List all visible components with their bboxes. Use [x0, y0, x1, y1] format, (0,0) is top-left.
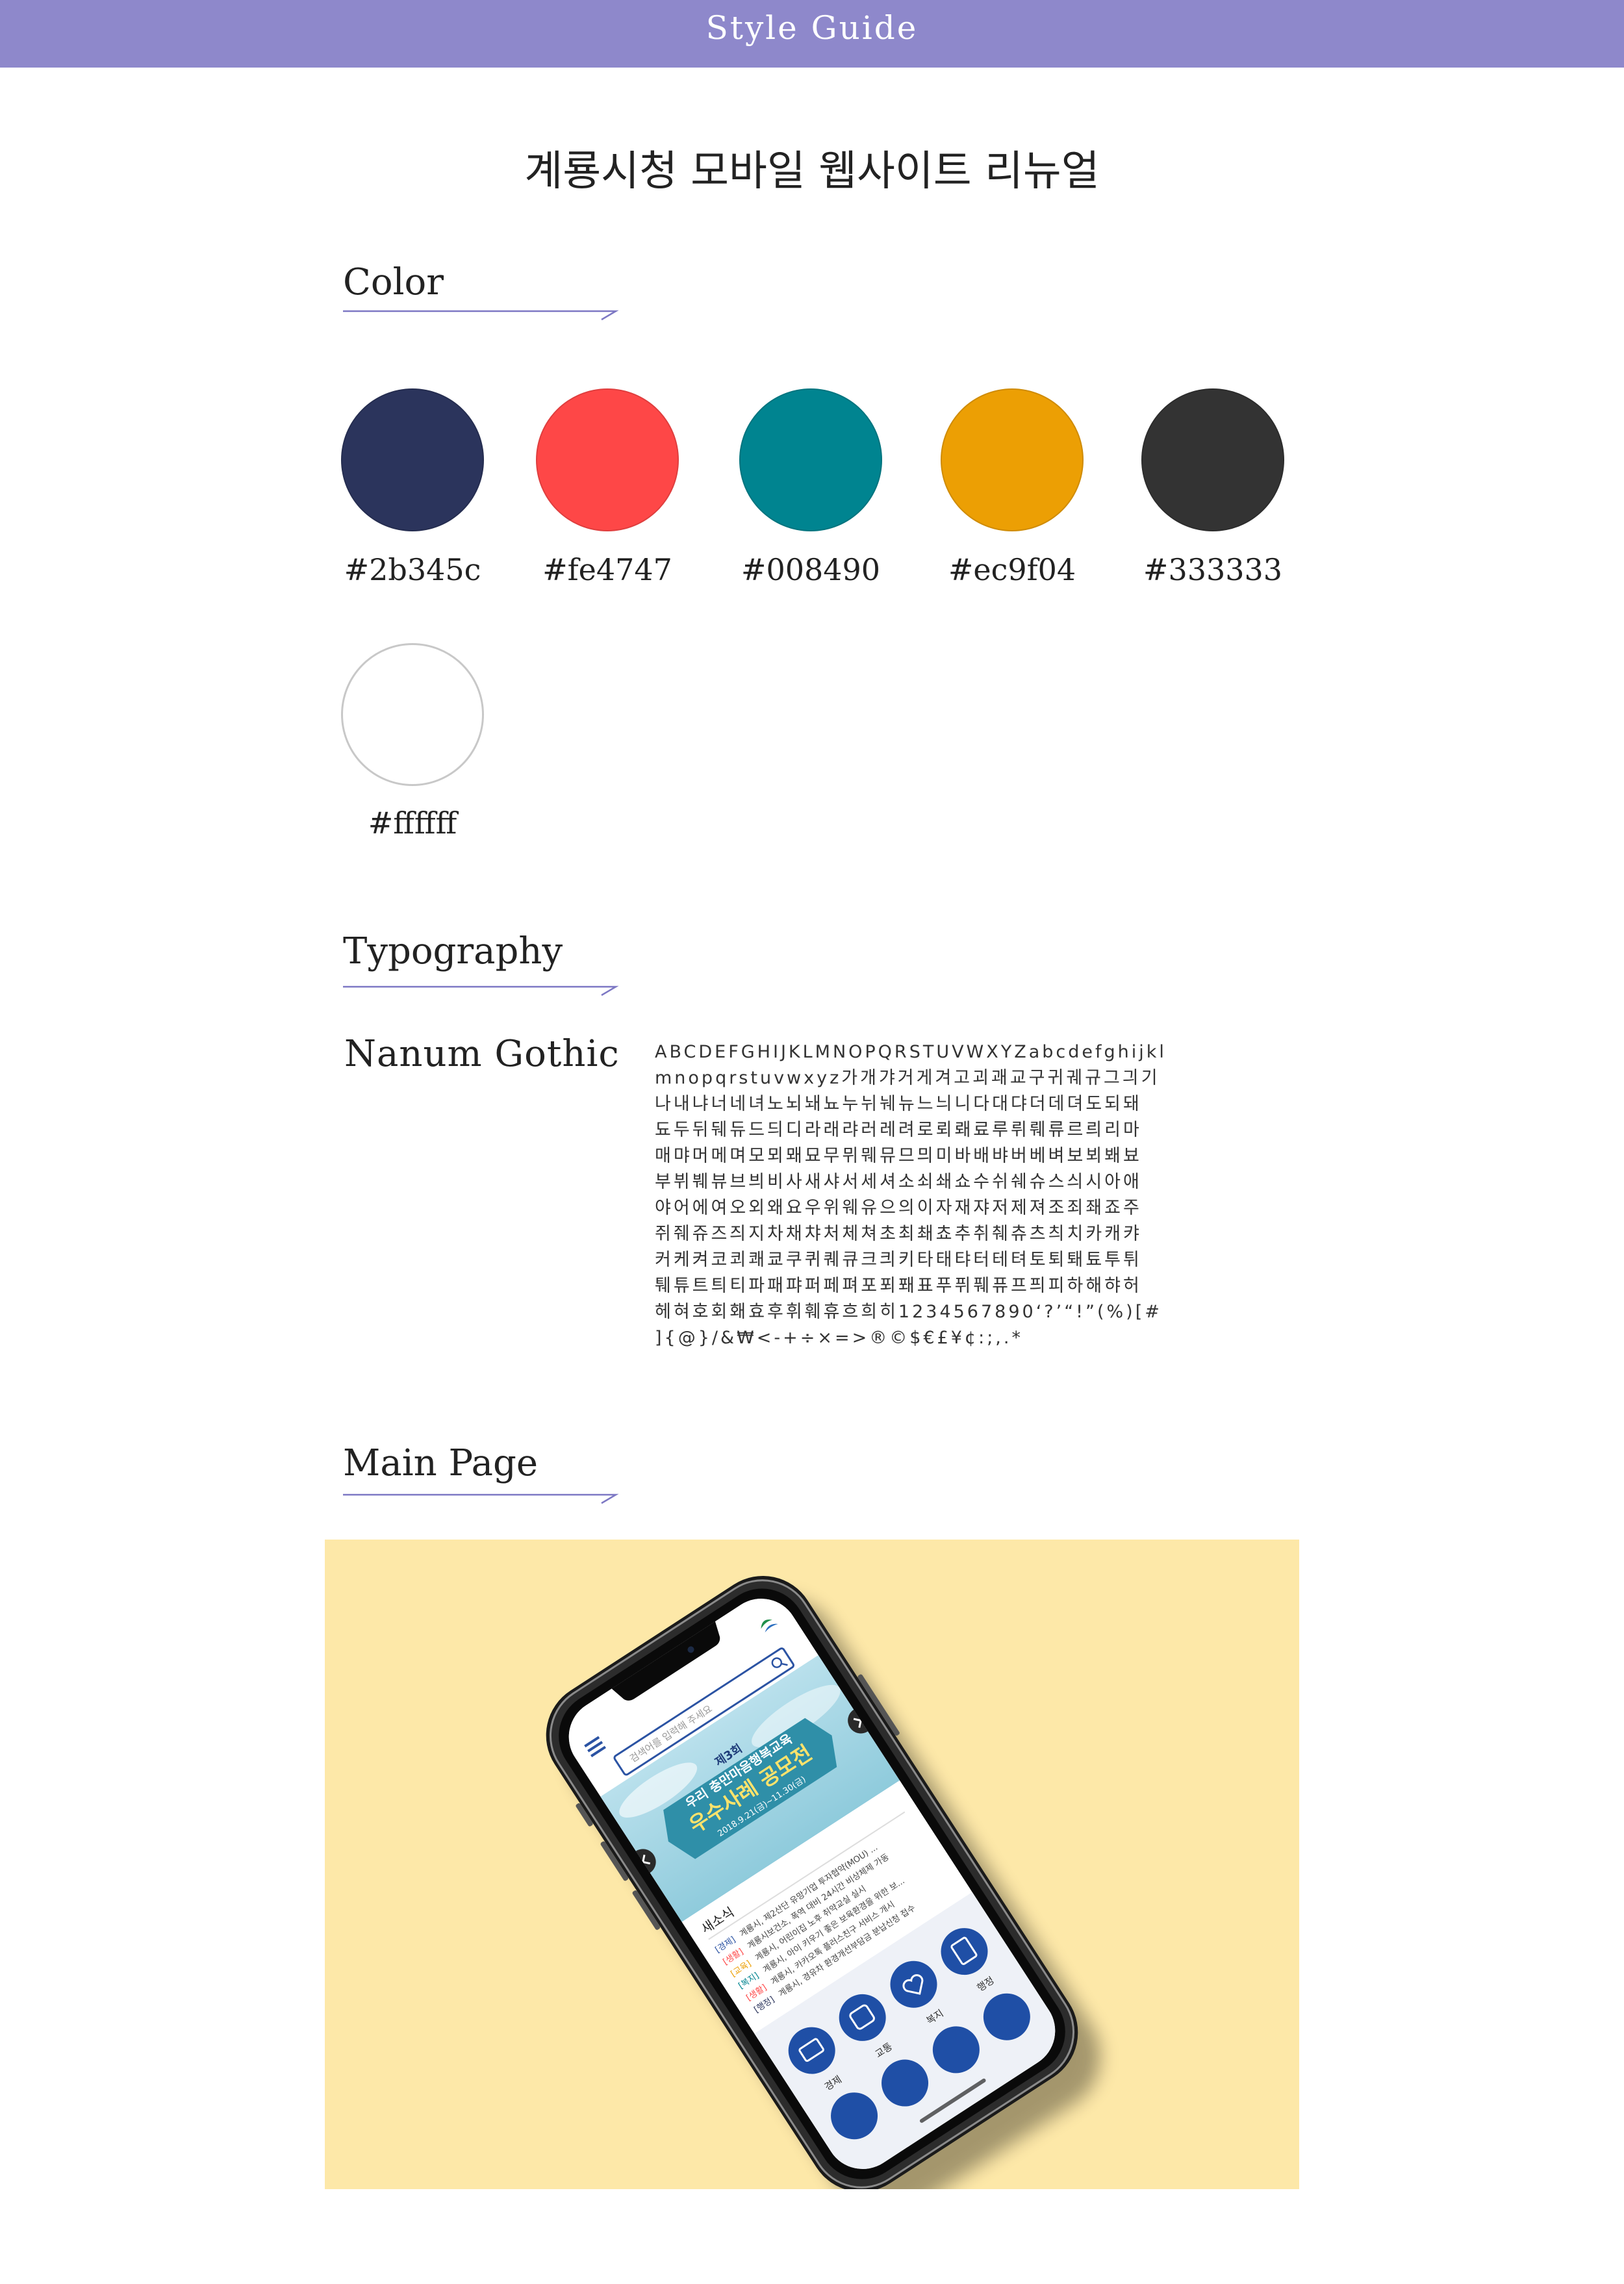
color-swatch — [536, 388, 679, 531]
main-page-mockup: 검색어를 입력해 주세요 제3회 우리 충만마음행복교육 우수사례 공모전 20 — [325, 1540, 1299, 2189]
top-bar: Style Guide — [0, 0, 1624, 68]
specimen-line: ABCDEFGHIJKLMNOPQRSTUVWXYZabcdefghijkl — [655, 1042, 1167, 1062]
section-rule-color — [343, 310, 619, 321]
phone: 검색어를 입력해 주세요 제3회 우리 충만마음행복교육 우수사례 공모전 20 — [546, 1575, 1078, 2189]
specimen-line: 부뷔붸뷰브븨비사새샤서세셔소쇠쇄쇼수쉬쉐슈스싀시아애 — [655, 1172, 1142, 1192]
font-name: Nanum Gothic — [344, 1033, 620, 1075]
section-rule-main-page — [343, 1493, 619, 1504]
specimen-line: 커케켜코쾨쾌쿄쿠퀴퀘큐크킈키타태탸터테텨토퇴퇘툐투튀 — [655, 1250, 1142, 1270]
color-code: #ffffff — [368, 806, 457, 841]
specimen-line: mnopqrstuvwxyz가개갸거게겨고괴괘교구귀궤규그긔기 — [655, 1068, 1160, 1088]
specimen-line: 야어에여오외왜요우위웨유으의이자재쟈저제져조죄좨죠주 — [655, 1198, 1142, 1218]
color-swatch — [941, 388, 1084, 531]
color-code: #ec9f04 — [948, 552, 1076, 587]
specimen-line: ]{@}/&₩<-+÷×=>®©$€£¥¢:;,.* — [655, 1328, 1023, 1348]
section-title-color: Color — [343, 261, 444, 303]
specimen-line: 나내냐너네녀노뇌놰뇨누뉘눼뉴느늬니다대댜더데뎌도되돼 — [655, 1094, 1142, 1114]
specimen-line: 퉤튜트틔티파패퍄퍼페펴포푀퐤표푸퓌풰퓨프픠피하해햐허 — [655, 1276, 1142, 1296]
color-code: #333333 — [1143, 552, 1283, 587]
color-swatch — [739, 388, 882, 531]
section-rule-typography — [343, 985, 619, 996]
color-code: #fe4747 — [542, 552, 672, 587]
color-swatch — [341, 388, 484, 531]
specimen-line: 매먀머메며모뫼뫠묘무뮈뭬뮤므믜미바배뱌버베벼보뵈봬뵤 — [655, 1146, 1142, 1166]
specimen-line: 됴두뒤뒈듀드듸디라래랴러레려로뢰뢔료루뤼뤠류르릐리마 — [655, 1120, 1142, 1140]
color-code: #008490 — [741, 552, 881, 587]
header-title: Style Guide — [705, 9, 919, 47]
section-title-main-page: Main Page — [343, 1442, 539, 1484]
phone-mockup-image: 검색어를 입력해 주세요 제3회 우리 충만마음행복교육 우수사례 공모전 20 — [546, 1575, 1100, 2189]
color-code: #2b345c — [344, 552, 481, 587]
color-swatch — [341, 643, 484, 786]
section-title-typography: Typography — [343, 930, 563, 972]
specimen-line: 쥐줴쥬즈즤지차채챠처체쳐초최쵀쵸추취췌츄츠츼치카캐캬 — [655, 1224, 1142, 1244]
page-title: 계룡시청 모바일 웹사이트 리뉴얼 — [524, 147, 1100, 196]
color-swatch — [1141, 388, 1284, 531]
specimen-line: 헤혀호회홰효후휘훼휴흐희히1234567890‘?’“!”(%)[# — [655, 1302, 1162, 1322]
font-specimen: ABCDEFGHIJKLMNOPQRSTUVWXYZabcdefghijkl m… — [655, 1039, 1202, 1351]
